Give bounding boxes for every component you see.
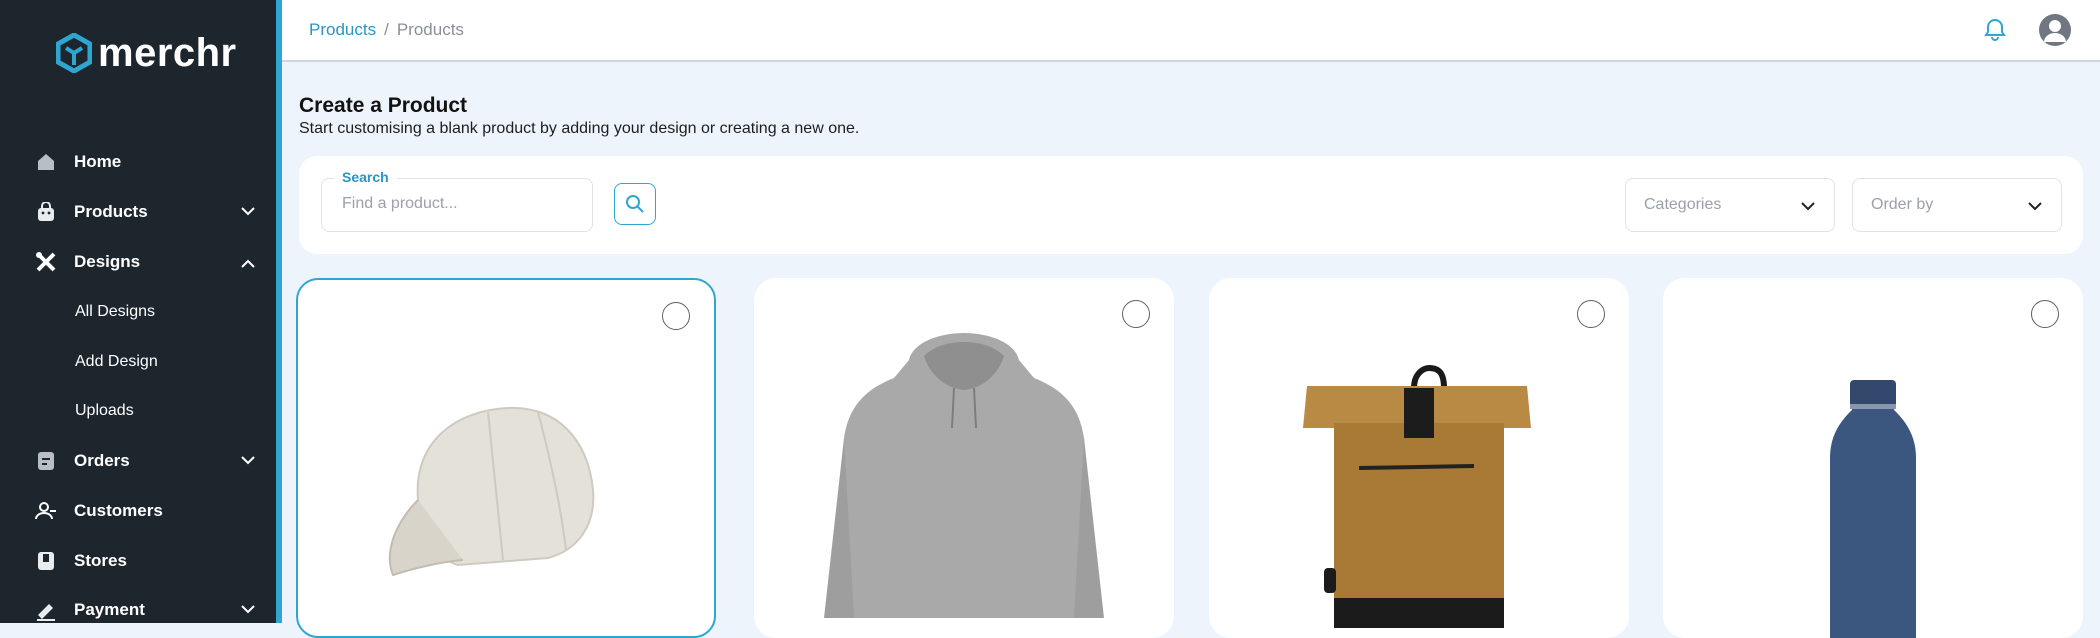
filter-bar: Search Categories Order by xyxy=(299,156,2083,254)
sidebar-subitem-add-design[interactable]: Add Design xyxy=(75,345,158,379)
order-by-select-value: Order by xyxy=(1871,196,1934,213)
product-select-radio[interactable] xyxy=(1577,300,1605,328)
topbar: Products / Products xyxy=(282,0,2100,62)
chevron-down-icon xyxy=(241,605,255,614)
sidebar-item-label: Stores xyxy=(74,551,127,570)
sidebar-item-designs[interactable]: Designs xyxy=(34,242,264,282)
sidebar-item-label: Payment xyxy=(74,600,145,619)
search-label: Search xyxy=(334,169,397,185)
chevron-down-icon xyxy=(241,456,255,465)
bell-icon[interactable] xyxy=(1982,16,2008,42)
breadcrumb-link-products[interactable]: Products xyxy=(309,20,376,39)
breadcrumb: Products / Products xyxy=(309,20,464,40)
sidebar-item-stores[interactable]: Stores xyxy=(34,541,264,581)
sidebar-item-label: Designs xyxy=(74,252,141,271)
product-card-hoodie[interactable] xyxy=(754,278,1174,638)
chevron-up-icon xyxy=(241,259,255,268)
product-card-bottle[interactable] xyxy=(1663,278,2083,638)
sidebar-item-label: Orders xyxy=(74,451,130,470)
logo[interactable]: merchr xyxy=(56,28,237,78)
product-card-cap[interactable] xyxy=(296,278,716,638)
chevron-down-icon xyxy=(2028,202,2042,211)
chevron-down-icon xyxy=(241,207,255,216)
customers-icon xyxy=(34,499,58,523)
user-avatar-icon[interactable] xyxy=(2039,14,2071,46)
search-button[interactable] xyxy=(614,183,656,225)
product-card-backpack[interactable] xyxy=(1209,278,1629,638)
bottle-image xyxy=(1830,380,1916,638)
cap-image xyxy=(388,406,595,577)
sidebar-subitem-label: All Designs xyxy=(75,303,156,320)
merchr-logo-icon xyxy=(56,33,92,73)
breadcrumb-separator: / xyxy=(384,20,389,39)
product-select-radio[interactable] xyxy=(2031,300,2059,328)
sidebar-subitem-label: Uploads xyxy=(75,402,134,419)
categories-select[interactable]: Categories xyxy=(1625,178,1835,232)
order-by-select[interactable]: Order by xyxy=(1852,178,2062,232)
payment-icon xyxy=(34,598,58,622)
sidebar-item-label: Home xyxy=(74,152,122,171)
sidebar-item-payment[interactable]: Payment xyxy=(34,590,264,630)
orders-icon xyxy=(34,449,58,473)
categories-select-value: Categories xyxy=(1644,196,1722,213)
search-input[interactable] xyxy=(342,195,572,213)
store-icon xyxy=(34,549,58,573)
search-icon xyxy=(626,195,644,213)
sidebar-subitem-uploads[interactable]: Uploads xyxy=(75,394,134,428)
backpack-image xyxy=(1303,364,1531,628)
breadcrumb-current: Products xyxy=(396,20,464,39)
product-select-radio[interactable] xyxy=(662,302,690,330)
sidebar-item-customers[interactable]: Customers xyxy=(34,491,264,531)
home-icon xyxy=(34,150,58,174)
bag-icon xyxy=(34,200,58,224)
page-title: Create a Product xyxy=(299,94,468,117)
sidebar-subitem-label: Add Design xyxy=(75,353,158,370)
sidebar-subitem-all-designs[interactable]: All Designs xyxy=(75,295,155,329)
sidebar: merchr Home Products Designs All Designs… xyxy=(0,0,282,623)
logo-text: merchr xyxy=(98,30,237,75)
sidebar-item-products[interactable]: Products xyxy=(34,192,264,232)
hoodie-image xyxy=(824,333,1104,618)
sidebar-item-label: Customers xyxy=(74,501,163,520)
product-select-radio[interactable] xyxy=(1122,300,1150,328)
search-field[interactable]: Search xyxy=(321,169,593,232)
design-tools-icon xyxy=(34,250,58,274)
sidebar-item-home[interactable]: Home xyxy=(34,142,264,182)
sidebar-item-label: Products xyxy=(74,202,148,221)
page-subtitle: Start customising a blank product by add… xyxy=(299,120,860,137)
chevron-down-icon xyxy=(1801,202,1815,211)
sidebar-item-orders[interactable]: Orders xyxy=(34,441,264,481)
